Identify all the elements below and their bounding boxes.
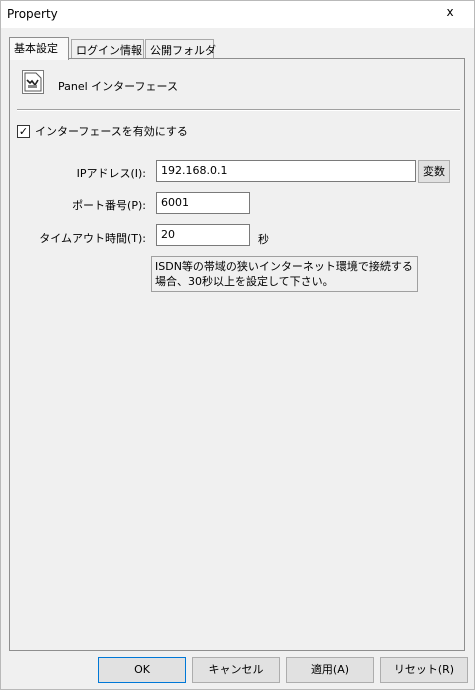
header-separator [17,109,460,111]
property-dialog: Property x 基本設定 ログイン情報 公開フォルダ Panel インター… [0,0,475,690]
ok-button[interactable]: OK [98,657,186,683]
apply-button[interactable]: 適用(A) [286,657,374,683]
enable-interface-row[interactable]: ✓ インターフェースを有効にする [17,123,188,139]
port-number-field[interactable]: 6001 [156,192,250,214]
cancel-button[interactable]: キャンセル [192,657,280,683]
close-button[interactable]: x [440,3,460,23]
panel-interface-icon [22,70,44,94]
panel-header-title: Panel インターフェース [58,80,178,93]
tab-public-folder[interactable]: 公開フォルダ [145,39,216,59]
enable-interface-checkbox[interactable]: ✓ [17,124,30,138]
tab-basic-settings[interactable]: 基本設定 [9,37,69,60]
timeout-note: ISDN等の帯域の狭いインターネット環境で接続する場合、30秒以上を設定して下さ… [151,256,418,292]
port-number-label: ポート番号(P): [72,199,146,212]
variable-button[interactable]: 変数 [418,160,450,183]
reset-button[interactable]: リセット(R) [380,657,468,683]
tab-login-info[interactable]: ログイン情報 [71,39,144,59]
enable-interface-label: インターフェースを有効にする [35,125,188,138]
title-bar[interactable]: Property x [1,1,474,28]
timeout-label: タイムアウト時間(T): [39,232,146,245]
timeout-field[interactable]: 20 [156,224,250,246]
settings-panel: Panel インターフェース ✓ インターフェースを有効にする IPアドレス(I… [9,58,465,651]
timeout-unit: 秒 [258,233,269,246]
window-title: Property [7,7,58,21]
ip-address-field[interactable]: 192.168.0.1 [156,160,416,182]
ip-address-label: IPアドレス(I): [76,167,146,180]
